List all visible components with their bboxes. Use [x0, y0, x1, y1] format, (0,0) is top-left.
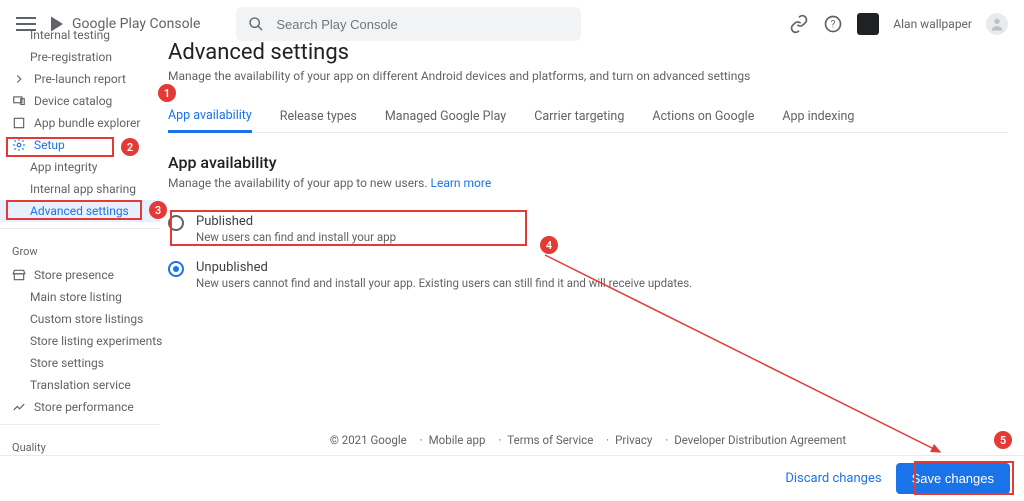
sidebar-item-device-catalog[interactable]: Device catalog: [0, 90, 160, 112]
bottom-bar: Discard changes Save changes: [0, 455, 1024, 501]
tab-actions-on-google[interactable]: Actions on Google: [652, 109, 754, 132]
sidebar-item-setup[interactable]: Setup: [0, 134, 160, 156]
user-name: Alan wallpaper: [893, 17, 972, 31]
link-icon[interactable]: [789, 14, 809, 34]
sidebar-group-grow: Grow: [0, 235, 160, 264]
tab-carrier-targeting[interactable]: Carrier targeting: [534, 109, 624, 132]
radio-published-input[interactable]: [168, 215, 184, 231]
main-content: Advanced settings Manage the availabilit…: [168, 40, 1008, 300]
sidebar-item-main-store-listing[interactable]: Main store listing: [0, 286, 160, 308]
gear-icon: [12, 138, 26, 152]
radio-published[interactable]: Published New users can find and install…: [168, 208, 1008, 254]
help-icon[interactable]: ?: [823, 14, 843, 34]
search-icon: [248, 16, 264, 32]
sidebar-item-app-integrity[interactable]: App integrity: [0, 156, 160, 178]
sidebar-item-pre-launch-report[interactable]: Pre-launch report: [0, 68, 160, 90]
store-icon: [12, 268, 26, 282]
sidebar-item-app-bundle-explorer[interactable]: App bundle explorer: [0, 112, 160, 134]
person-icon: [989, 16, 1005, 32]
footer-link-mobile-app[interactable]: Mobile app: [414, 433, 486, 447]
footer-link-dev-dist[interactable]: Developer Distribution Agreement: [659, 433, 846, 447]
chevron-right-icon: [12, 72, 26, 86]
discard-button[interactable]: Discard changes: [785, 471, 881, 486]
radio-unpublished-input[interactable]: [168, 261, 184, 277]
sidebar-item-store-presence[interactable]: Store presence: [0, 264, 160, 286]
svg-text:?: ?: [831, 19, 836, 30]
avatar[interactable]: [986, 13, 1008, 35]
radio-group: Published New users can find and install…: [168, 208, 1008, 300]
sidebar-item-store-settings[interactable]: Store settings: [0, 352, 160, 374]
sidebar-item-internal-testing[interactable]: Internal testing: [0, 24, 160, 46]
sidebar-item-advanced-settings[interactable]: Advanced settings: [0, 200, 160, 222]
sidebar-item-pre-registration[interactable]: Pre-registration: [0, 46, 160, 68]
sidebar-item-store-listing-experiments[interactable]: Store listing experiments: [0, 330, 160, 352]
chart-icon: [12, 400, 26, 414]
search-input[interactable]: [274, 16, 569, 33]
footer-link-privacy[interactable]: Privacy: [600, 433, 652, 447]
tab-app-indexing[interactable]: App indexing: [782, 109, 854, 132]
section-title: App availability: [168, 153, 1008, 172]
tab-release-types[interactable]: Release types: [280, 109, 357, 132]
sidebar-divider: [0, 424, 160, 425]
app-thumbnail[interactable]: [857, 13, 879, 35]
search-box[interactable]: [236, 7, 581, 41]
sidebar-divider: [0, 228, 160, 229]
radio-unpublished[interactable]: Unpublished New users cannot find and in…: [168, 254, 1008, 300]
tabs: App availability Release types Managed G…: [168, 101, 1008, 133]
page-subtitle: Manage the availability of your app on d…: [168, 69, 1008, 83]
devices-icon: [12, 94, 26, 108]
footer-links: © 2021 Google Mobile app Terms of Servic…: [168, 433, 1008, 447]
footer-link-tos[interactable]: Terms of Service: [492, 433, 593, 447]
learn-more-link[interactable]: Learn more: [431, 176, 492, 190]
save-button[interactable]: Save changes: [896, 463, 1010, 494]
section-subtitle: Manage the availability of your app to n…: [168, 176, 1008, 190]
tab-managed-google-play[interactable]: Managed Google Play: [385, 109, 506, 132]
tab-app-availability[interactable]: App availability: [168, 108, 252, 133]
sidebar: Internal testing Pre-registration Pre-la…: [0, 24, 160, 482]
sidebar-item-internal-app-sharing[interactable]: Internal app sharing: [0, 178, 160, 200]
sidebar-item-translation-service[interactable]: Translation service: [0, 374, 160, 396]
sidebar-item-custom-store-listings[interactable]: Custom store listings: [0, 308, 160, 330]
page-title: Advanced settings: [168, 40, 1008, 65]
bundle-icon: [12, 116, 26, 130]
sidebar-item-store-performance[interactable]: Store performance: [0, 396, 160, 418]
